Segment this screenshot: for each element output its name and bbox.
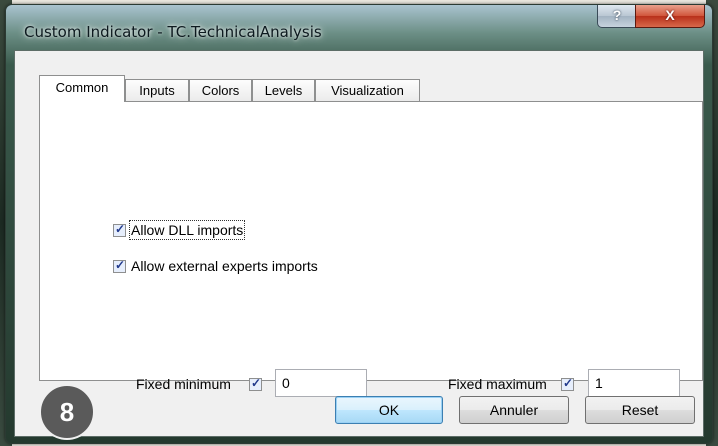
allow-external-row[interactable]: Allow external experts imports xyxy=(113,258,318,274)
help-button[interactable]: ? xyxy=(597,5,637,28)
fixed-maximum-label: Fixed maximum xyxy=(448,376,547,392)
common-tab-panel: Allow DLL imports Allow external experts… xyxy=(39,101,703,397)
fixed-maximum-input[interactable] xyxy=(588,369,680,397)
fixed-minimum-checkbox[interactable] xyxy=(249,376,262,391)
close-button[interactable]: X xyxy=(635,5,705,28)
tab-levels[interactable]: Levels xyxy=(252,79,315,101)
tab-colors[interactable]: Colors xyxy=(189,79,252,101)
window-title: Custom Indicator - TC.TechnicalAnalysis xyxy=(24,23,322,41)
reset-button[interactable]: Reset xyxy=(585,396,695,424)
allow-external-label[interactable]: Allow external experts imports xyxy=(131,258,318,274)
fixed-maximum-checkbox[interactable] xyxy=(561,376,574,391)
allow-dll-row[interactable]: Allow DLL imports xyxy=(113,220,246,240)
allow-dll-checkbox[interactable] xyxy=(113,222,126,237)
dialog-client-area: Common Inputs Colors Levels Visualizatio… xyxy=(14,50,704,440)
title-bar[interactable]: Custom Indicator - TC.TechnicalAnalysis … xyxy=(6,5,712,51)
tab-common[interactable]: Common xyxy=(39,75,125,102)
fixed-minimum-label: Fixed minimum xyxy=(136,376,231,392)
cancel-button[interactable]: Annuler xyxy=(459,396,569,424)
ok-button[interactable]: OK xyxy=(335,396,443,424)
step-number-badge: 8 xyxy=(39,384,95,440)
tab-inputs[interactable]: Inputs xyxy=(125,79,189,101)
fixed-minimum-input[interactable] xyxy=(275,369,367,397)
allow-dll-label[interactable]: Allow DLL imports xyxy=(128,220,246,240)
tab-visualization[interactable]: Visualization xyxy=(315,79,420,101)
custom-indicator-dialog: Custom Indicator - TC.TechnicalAnalysis … xyxy=(5,4,713,444)
allow-external-checkbox[interactable] xyxy=(113,258,126,273)
